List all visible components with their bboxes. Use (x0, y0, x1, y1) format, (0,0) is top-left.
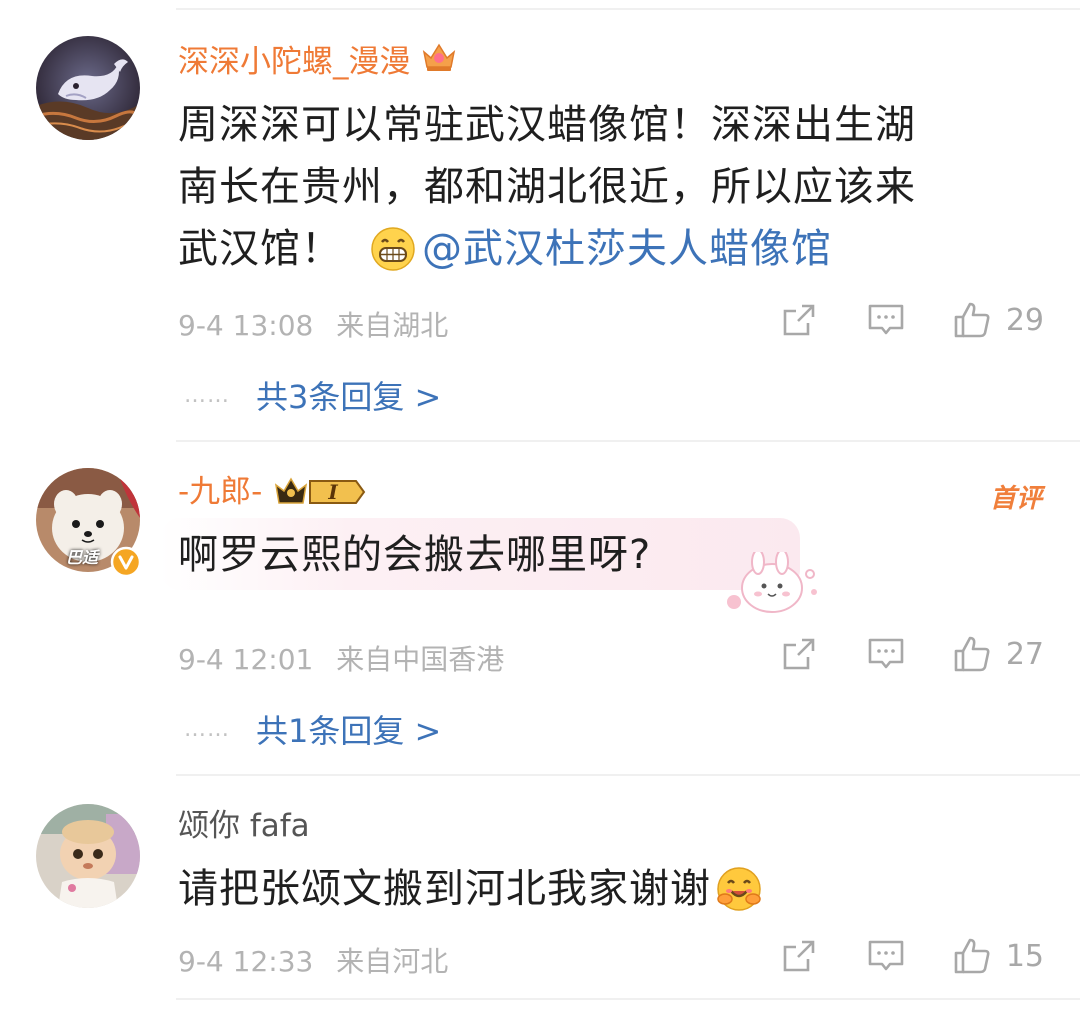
like-button[interactable]: 29 (952, 300, 1044, 340)
comment-item: 巴适 -九郎- I 首评 啊罗云熙的会搬去哪里呀? 9-4 12:01 来自中国… (0, 442, 1080, 774)
thumbs-up-icon (954, 636, 990, 672)
username[interactable]: 颂你 fafa (178, 806, 310, 846)
comment-text: 周深深可以常驻武汉蜡像馆！深深出生湖 南长在贵州，都和湖北很近，所以应该来 武汉… (178, 94, 1058, 280)
reply-dots: …… (184, 382, 230, 408)
share-button[interactable] (780, 301, 818, 339)
vip-level-icon: I (272, 472, 377, 512)
timestamp: 9-4 13:08 (178, 309, 314, 342)
avatar[interactable] (36, 804, 140, 908)
username-text[interactable]: 深深小陀螺_漫漫 (178, 42, 411, 82)
comment-meta: 9-4 12:33 来自河北 (178, 940, 448, 980)
like-count: 15 (1005, 938, 1044, 974)
like-count: 27 (1005, 636, 1044, 672)
comment-icon (868, 940, 904, 971)
timestamp: 9-4 12:01 (178, 643, 314, 676)
like-button[interactable]: 27 (952, 634, 1044, 674)
crown-icon (421, 40, 457, 84)
reply-dots: …… (184, 716, 230, 742)
divider-bottom (176, 998, 1080, 1000)
avatar-label: 巴适 (66, 548, 99, 567)
thumbs-up-icon (954, 302, 990, 338)
location: 来自河北 (336, 945, 449, 978)
grin-emoji-icon (370, 226, 416, 272)
comment-text-line: 请把张颂文搬到河北我家谢谢 (178, 866, 711, 912)
comment-actions: 15 (780, 936, 1044, 976)
username[interactable]: -九郎- I (178, 472, 378, 512)
comment-meta: 9-4 13:08 来自湖北 (178, 304, 448, 344)
comment-text: 请把张颂文搬到河北我家谢谢 (178, 858, 1058, 920)
view-replies-link[interactable]: 共3条回复 > (256, 372, 441, 418)
like-count: 29 (1005, 302, 1044, 338)
mention-link[interactable]: @武汉杜莎夫人蜡像馆 (422, 218, 832, 280)
comment-item: 颂你 fafa 请把张颂文搬到河北我家谢谢 9-4 12:33 来自河北 15 (0, 776, 1080, 1014)
share-icon (783, 304, 815, 336)
like-button[interactable]: 15 (952, 936, 1044, 976)
thumbs-up-icon (954, 938, 990, 974)
verified-badge-icon (110, 546, 142, 582)
share-button[interactable] (780, 635, 818, 673)
replies-row: …… 共3条回复 > (184, 372, 441, 418)
location: 来自湖北 (336, 309, 449, 342)
comment-meta: 9-4 12:01 来自中国香港 (178, 638, 504, 678)
replies-row: …… 共1条回复 > (184, 706, 441, 752)
username-text[interactable]: -九郎- (178, 472, 262, 512)
share-button[interactable] (780, 937, 818, 975)
comment-item: 深深小陀螺_漫漫 周深深可以常驻武汉蜡像馆！深深出生湖 南长在贵州，都和湖北很近… (0, 0, 1080, 440)
comment-actions: 29 (780, 300, 1044, 340)
comment-text-line: 武汉馆！ (178, 226, 342, 272)
comment-text-line: 周深深可以常驻武汉蜡像馆！深深出生湖 (178, 102, 916, 148)
bunny-sticker-icon (720, 549, 824, 622)
reply-button[interactable] (866, 937, 906, 975)
vip-level-text: I (328, 480, 338, 504)
username[interactable]: 深深小陀螺_漫漫 (178, 40, 457, 84)
hug-emoji-icon (715, 865, 763, 913)
comment-actions: 27 (780, 634, 1044, 674)
comment-icon (868, 638, 904, 669)
view-replies-link[interactable]: 共1条回复 > (256, 706, 441, 752)
share-icon (783, 940, 815, 972)
timestamp: 9-4 12:33 (178, 945, 314, 978)
comment-icon (868, 304, 904, 335)
avatar[interactable] (36, 36, 140, 140)
comment-text-line: 南长在贵州，都和湖北很近，所以应该来 (178, 164, 916, 210)
comment-text: 啊罗云熙的会搬去哪里呀? (178, 532, 652, 578)
reply-button[interactable] (866, 635, 906, 673)
location: 来自中国香港 (336, 643, 505, 676)
share-icon (783, 638, 815, 670)
first-comment-badge: 首评 (989, 484, 1042, 514)
reply-button[interactable] (866, 301, 906, 339)
